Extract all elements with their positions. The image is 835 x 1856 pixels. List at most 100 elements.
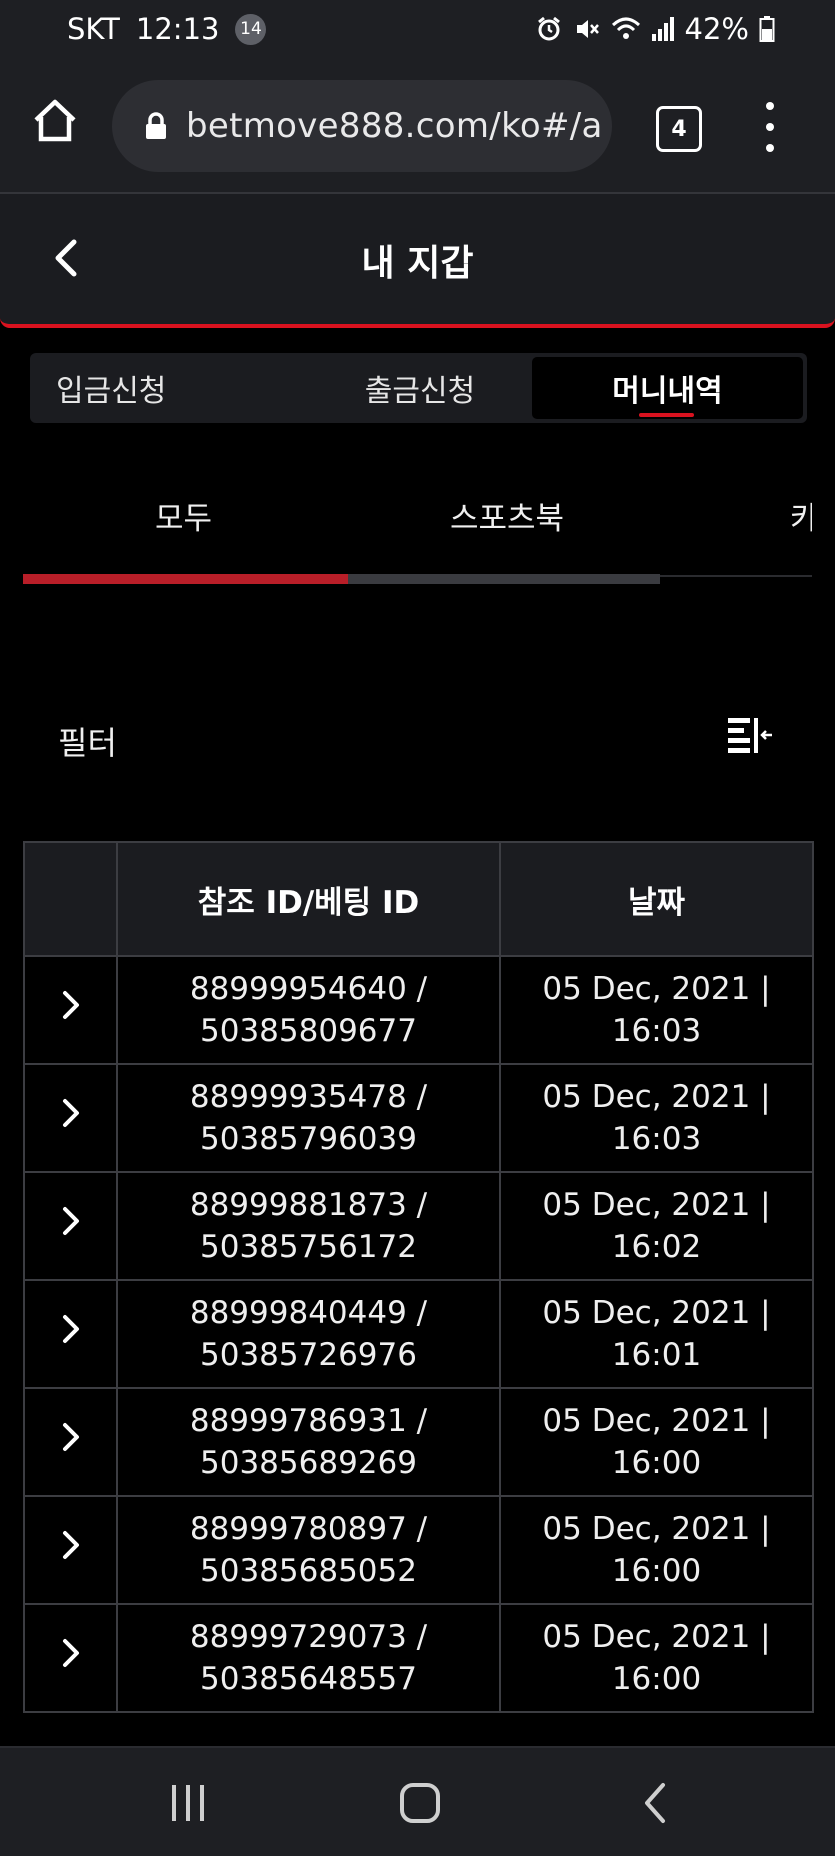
row-expand-cell[interactable]: [23, 1603, 118, 1713]
tabs-icon[interactable]: 4: [656, 106, 702, 152]
bet-id: 50385689269: [200, 1445, 417, 1481]
ref-bet-id-cell: 88999729073 / 50385648557: [116, 1603, 501, 1713]
bet-id: 50385756172: [200, 1229, 417, 1265]
header-ref-bet-id: 참조 ID/베팅 ID: [116, 841, 501, 957]
ref-id: 88999780897 /: [189, 1511, 428, 1547]
battery-percent: 42%: [684, 12, 749, 46]
table-row[interactable]: 88999954640 / 50385809677 05 Dec, 2021 | 16…: [23, 955, 814, 1065]
date-cell: 05 Dec, 2021 | 16:03: [499, 955, 814, 1065]
bet-id: 50385796039: [200, 1121, 417, 1157]
notification-badge: 14: [235, 13, 267, 45]
wifi-icon: [611, 15, 641, 43]
date-value: 05 Dec, 2021 |: [542, 1619, 771, 1655]
table-header-row: 참조 ID/베팅 ID 날짜: [23, 841, 814, 957]
category-tab-casino[interactable]: 카: [790, 493, 812, 538]
active-tab-underline: [639, 413, 694, 417]
date-cell: 05 Dec, 2021 | 16:03: [499, 1063, 814, 1173]
tab-money-history[interactable]: 머니내역: [532, 357, 803, 419]
page-title: 내 지갑: [361, 243, 474, 284]
bet-id: 50385648557: [200, 1661, 417, 1697]
category-active-indicator: [23, 574, 348, 584]
signal-icon: [651, 16, 675, 42]
recents-icon[interactable]: [163, 1780, 213, 1826]
category-tab-all[interactable]: 모두: [155, 493, 212, 538]
page-header: 내 지갑: [0, 194, 835, 328]
date-value: 05 Dec, 2021 |: [542, 1511, 771, 1547]
row-expand-cell[interactable]: [23, 1279, 118, 1389]
time-value: 16:00: [611, 1661, 702, 1697]
time-value: 16:01: [611, 1337, 702, 1373]
date-cell: 05 Dec, 2021 | 16:00: [499, 1495, 814, 1605]
bet-id: 50385685052: [200, 1553, 417, 1589]
chevron-right-icon[interactable]: [60, 1205, 82, 1237]
ref-id: 88999935478 /: [189, 1079, 428, 1115]
ref-bet-id-cell: 88999786931 / 50385689269: [116, 1387, 501, 1497]
lock-icon: [144, 111, 168, 141]
chevron-right-icon[interactable]: [60, 1097, 82, 1129]
back-icon[interactable]: [630, 1780, 680, 1826]
bet-id: 50385726976: [200, 1337, 417, 1373]
status-bar: SKT 12:13 14 42%: [0, 0, 835, 62]
chevron-right-icon[interactable]: [60, 1421, 82, 1453]
date-value: 05 Dec, 2021 |: [542, 971, 771, 1007]
ref-id: 88999786931 /: [189, 1403, 428, 1439]
url-text: betmove888.com/ko#/a: [186, 106, 603, 146]
row-expand-cell[interactable]: [23, 1171, 118, 1281]
ref-id: 88999840449 /: [189, 1295, 428, 1331]
table-row[interactable]: 88999786931 / 50385689269 05 Dec, 2021 | 16…: [23, 1387, 814, 1497]
category-tab-sportsbook[interactable]: 스포츠북: [450, 493, 564, 538]
home-button-icon[interactable]: [395, 1780, 445, 1826]
mute-icon: [573, 15, 601, 43]
row-expand-cell[interactable]: [23, 1063, 118, 1173]
date-value: 05 Dec, 2021 |: [542, 1079, 771, 1115]
table-row[interactable]: 88999840449 / 50385726976 05 Dec, 2021 | 16…: [23, 1279, 814, 1389]
ref-bet-id-cell: 88999881873 / 50385756172: [116, 1171, 501, 1281]
tab-deposit-request[interactable]: 입금신청: [34, 357, 254, 419]
carrier-label: SKT: [67, 12, 120, 46]
clock-time: 12:13: [135, 12, 220, 46]
battery-icon: [759, 15, 775, 43]
time-value: 16:02: [611, 1229, 702, 1265]
date-value: 05 Dec, 2021 |: [542, 1295, 771, 1331]
date-cell: 05 Dec, 2021 | 16:00: [499, 1387, 814, 1497]
header-date: 날짜: [499, 841, 814, 957]
home-icon[interactable]: [30, 96, 80, 146]
address-bar[interactable]: betmove888.com/ko#/a: [112, 80, 612, 172]
chevron-right-icon[interactable]: [60, 1313, 82, 1345]
chevron-right-icon[interactable]: [60, 1637, 82, 1669]
row-expand-cell[interactable]: [23, 1387, 118, 1497]
ref-bet-id-cell: 88999954640 / 50385809677: [116, 955, 501, 1065]
row-expand-cell[interactable]: [23, 955, 118, 1065]
date-value: 05 Dec, 2021 |: [542, 1403, 771, 1439]
header-expand: [23, 841, 118, 957]
system-nav-bar: [0, 1746, 835, 1856]
date-cell: 05 Dec, 2021 | 16:00: [499, 1603, 814, 1713]
alarm-icon: [535, 15, 563, 43]
money-history-table: 참조 ID/베팅 ID 날짜 88999954640 / 50385809677 0…: [23, 841, 814, 1713]
row-expand-cell[interactable]: [23, 1495, 118, 1605]
table-row[interactable]: 88999780897 / 50385685052 05 Dec, 2021 | 16…: [23, 1495, 814, 1605]
date-cell: 05 Dec, 2021 | 16:01: [499, 1279, 814, 1389]
filter-label: 필터: [58, 724, 117, 762]
ref-bet-id-cell: 88999935478 / 50385796039: [116, 1063, 501, 1173]
browser-toolbar: betmove888.com/ko#/a 4: [0, 62, 835, 194]
chevron-right-icon[interactable]: [60, 1529, 82, 1561]
time-value: 16:00: [611, 1553, 702, 1589]
chevron-right-icon[interactable]: [60, 989, 82, 1021]
filter-collapse-icon[interactable]: [726, 714, 776, 758]
time-value: 16:00: [611, 1445, 702, 1481]
ref-id: 88999954640 /: [189, 971, 428, 1007]
ref-bet-id-cell: 88999840449 / 50385726976: [116, 1279, 501, 1389]
time-value: 16:03: [611, 1013, 702, 1049]
bet-id: 50385809677: [200, 1013, 417, 1049]
table-row[interactable]: 88999729073 / 50385648557 05 Dec, 2021 | 16…: [23, 1603, 814, 1713]
date-cell: 05 Dec, 2021 | 16:02: [499, 1171, 814, 1281]
ref-id: 88999729073 /: [189, 1619, 428, 1655]
date-value: 05 Dec, 2021 |: [542, 1187, 771, 1223]
tab-withdraw-request[interactable]: 출금신청: [295, 357, 545, 419]
table-row[interactable]: 88999881873 / 50385756172 05 Dec, 2021 | 16…: [23, 1171, 814, 1281]
ref-id: 88999881873 /: [189, 1187, 428, 1223]
table-row[interactable]: 88999935478 / 50385796039 05 Dec, 2021 | 16…: [23, 1063, 814, 1173]
more-vert-icon[interactable]: [758, 102, 782, 152]
ref-bet-id-cell: 88999780897 / 50385685052: [116, 1495, 501, 1605]
